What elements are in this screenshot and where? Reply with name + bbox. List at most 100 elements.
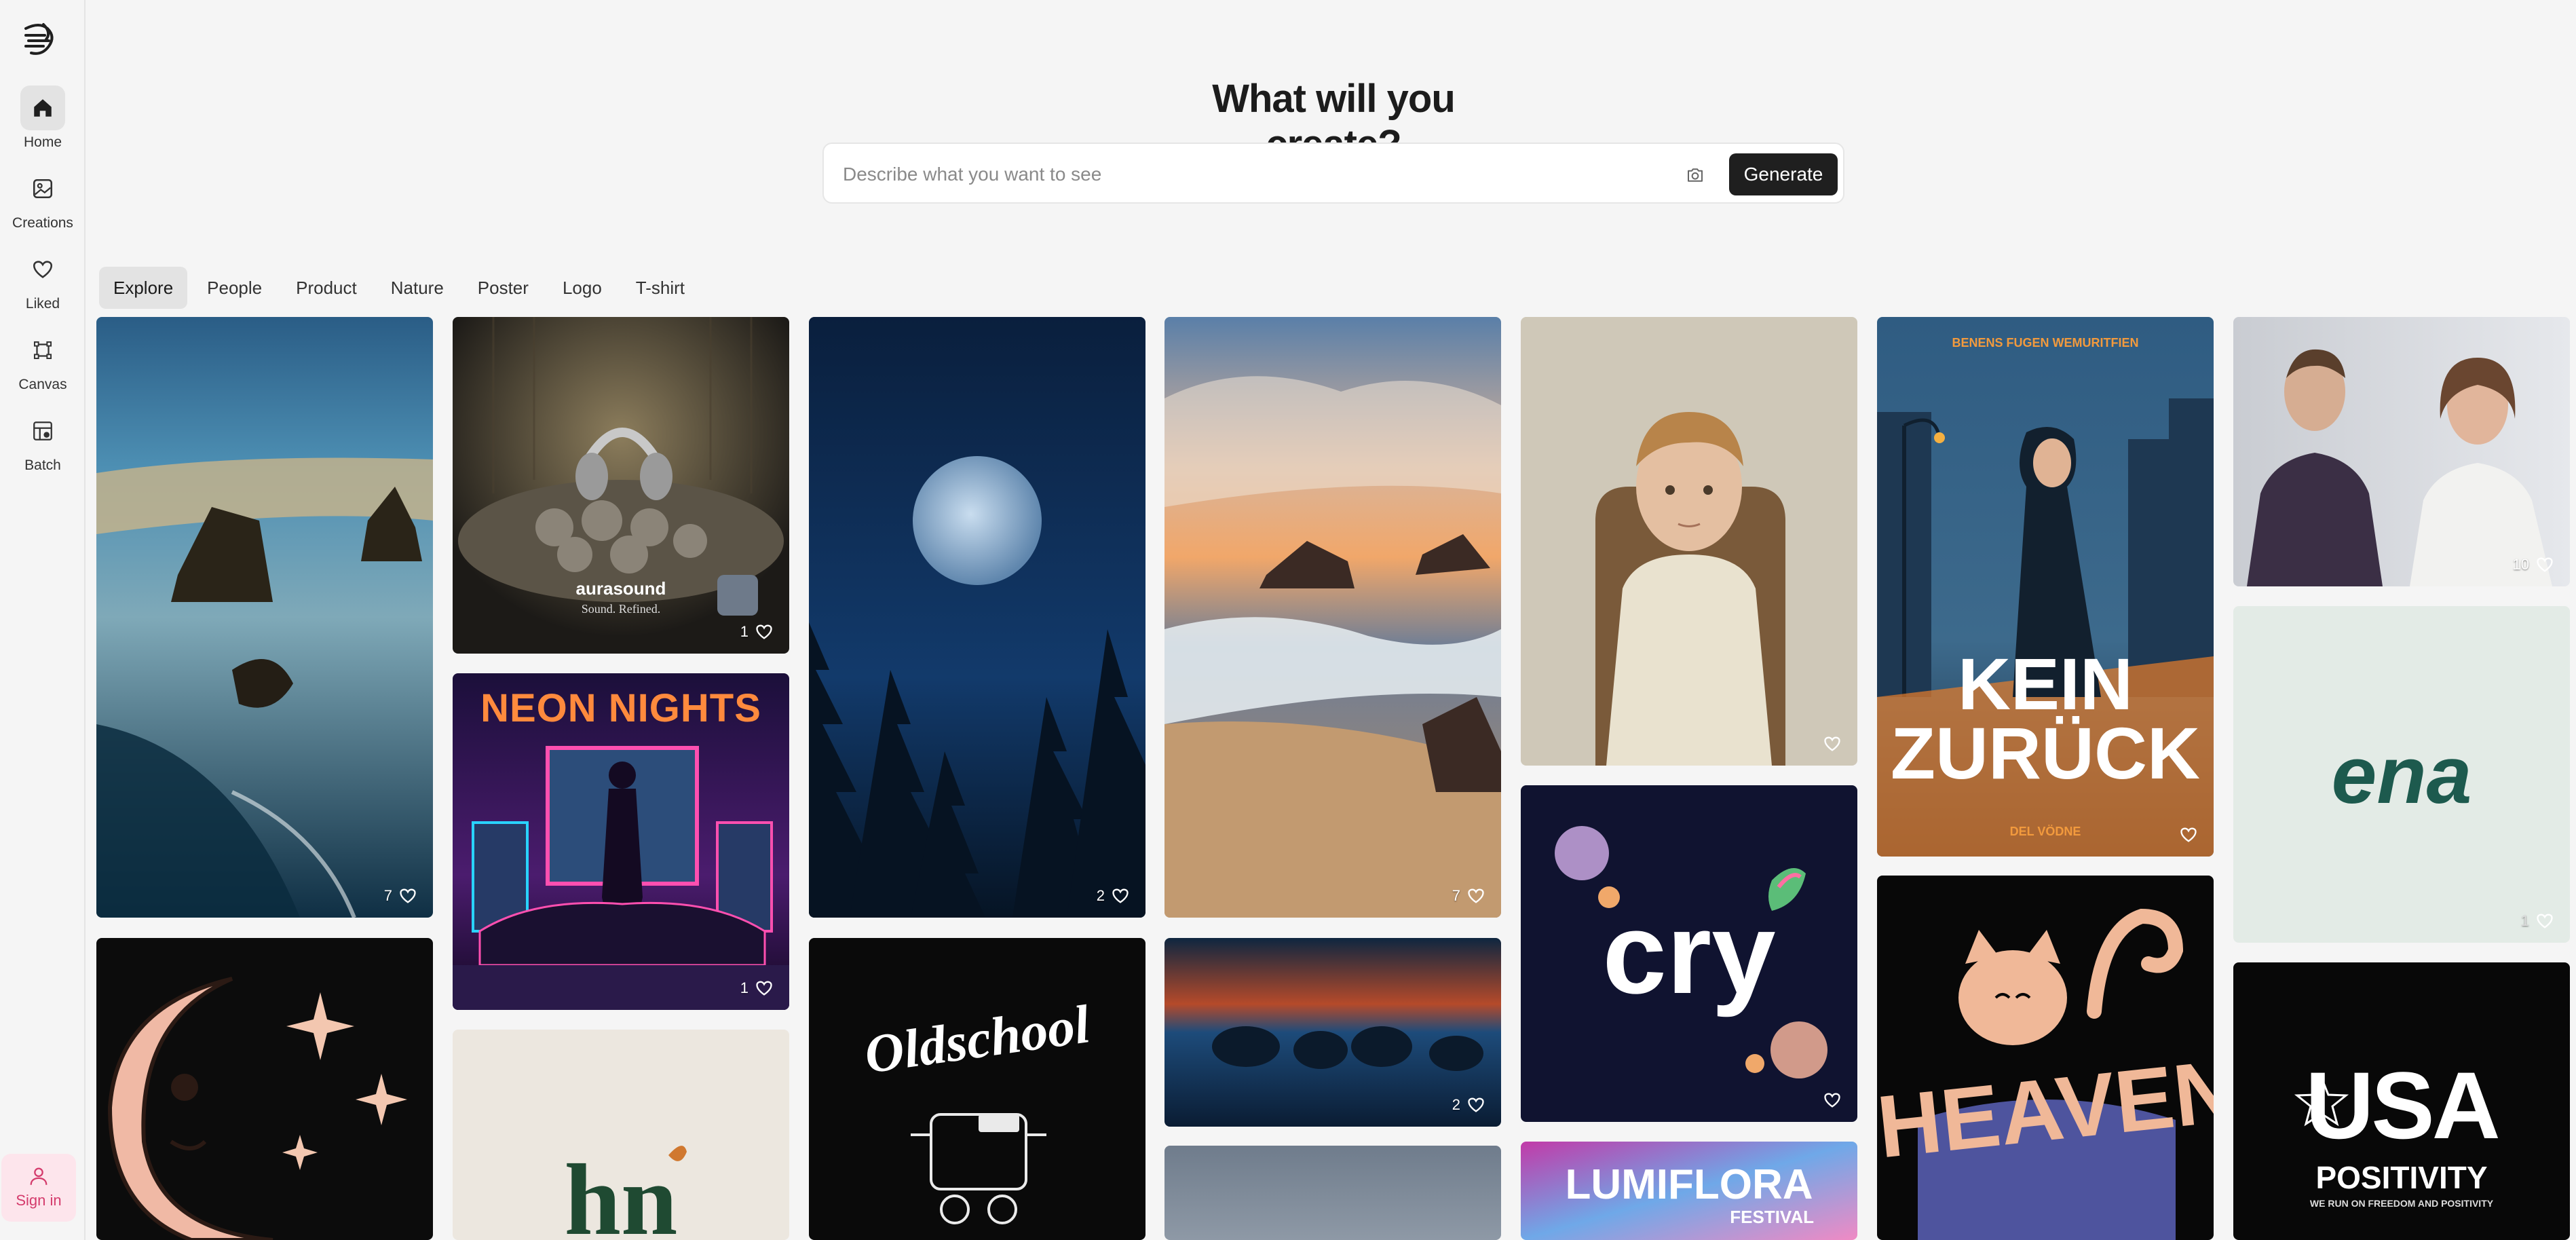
neon-nights-title: NEON NIGHTS: [480, 686, 761, 730]
sidebar-item-canvas[interactable]: Canvas: [0, 328, 86, 393]
lumiflora-subtitle: FESTIVAL: [1730, 1207, 1814, 1227]
like-count: 1: [2520, 912, 2529, 929]
gallery-card-lumiflora[interactable]: LUMIFLORA FESTIVAL: [1521, 1142, 1857, 1240]
generate-button[interactable]: Generate: [1729, 153, 1838, 195]
heart-icon: [756, 624, 772, 639]
image-upload-button[interactable]: [1682, 162, 1709, 189]
aurasound-brand: aurasound: [575, 578, 666, 599]
kein-zurueck-title-line1: KEIN: [1957, 643, 2134, 725]
heart-icon: [1824, 736, 1840, 751]
like-count: 7: [383, 887, 392, 904]
cry-logo-text: cry: [1602, 889, 1776, 1018]
gallery-card-boy-portrait[interactable]: [1521, 317, 1857, 766]
like-badge[interactable]: [1822, 1091, 1842, 1110]
gallery-card-cry-logo[interactable]: cry: [1521, 785, 1857, 1122]
home-icon: [34, 99, 52, 117]
batch-icon: [33, 421, 52, 440]
positivity-title: POSITIVITY: [2315, 1160, 2488, 1195]
sidebar-item-home[interactable]: Home: [0, 86, 86, 151]
usa-tagline: WE RUN ON FREEDOM AND POSITIVITY: [2309, 1198, 2494, 1209]
gallery-card-grey-sky[interactable]: [1164, 1146, 1501, 1240]
gallery-card-kein-zurueck[interactable]: BENENS FUGEN WEMURITFIEN KEIN ZURÜCK DEL…: [1877, 317, 2214, 857]
boy-portrait-image: [1521, 317, 1857, 766]
user-icon: [30, 1167, 48, 1185]
prompt-input[interactable]: [843, 157, 1657, 191]
sidebar-item-label: Home: [23, 134, 62, 150]
heart-icon: [400, 888, 416, 903]
tab-people[interactable]: People: [193, 267, 276, 309]
like-badge[interactable]: 10: [2513, 555, 2555, 574]
coast-rocks-image: [96, 317, 433, 918]
heart-icon: [1824, 1093, 1840, 1108]
kein-zurueck-header: BENENS FUGEN WEMURITFIEN: [1952, 336, 2139, 350]
app-logo-icon[interactable]: [19, 19, 60, 60]
prompt-bar: Generate: [822, 143, 1844, 204]
gallery-card-heaven-cat[interactable]: HEAVEN: [1877, 876, 2214, 1240]
gallery-card-usa-positivity[interactable]: USA POSITIVITY WE RUN ON FREEDOM AND POS…: [2233, 962, 2570, 1240]
sidebar-item-liked[interactable]: Liked: [0, 247, 86, 312]
like-count: 1: [740, 979, 749, 996]
heart-icon: [2537, 914, 2553, 928]
sidebar-item-label: Liked: [25, 296, 60, 312]
gallery-card-coast-rocks[interactable]: 7: [96, 317, 433, 918]
heart-icon: [33, 261, 53, 278]
like-badge[interactable]: 2: [1452, 1095, 1486, 1114]
gallery-card-ena-logo[interactable]: ena 1: [2233, 606, 2570, 943]
like-badge[interactable]: 7: [1452, 886, 1486, 905]
category-tabs: Explore People Product Nature Poster Log…: [99, 267, 699, 309]
aurasound-tagline: Sound. Refined.: [581, 602, 661, 616]
camera-icon: [1688, 168, 1703, 182]
like-badge[interactable]: [2178, 825, 2199, 844]
heart-icon: [1468, 1097, 1484, 1112]
gallery-card-sweatshirts[interactable]: 10: [2233, 317, 2570, 586]
gallery-card-sunset-waves[interactable]: 7: [1164, 317, 1501, 918]
heart-icon: [756, 981, 772, 996]
gallery-card-neon-nights[interactable]: NEON NIGHTS 1: [453, 673, 789, 1010]
like-badge[interactable]: 1: [740, 979, 774, 998]
night-beach-image: [1164, 938, 1501, 1127]
like-badge[interactable]: 1: [2521, 912, 2555, 931]
gallery-card-moon-forest[interactable]: 2: [809, 317, 1145, 918]
gallery-card-night-beach[interactable]: 2: [1164, 938, 1501, 1127]
like-badge[interactable]: 7: [384, 886, 418, 905]
tab-product[interactable]: Product: [282, 267, 371, 309]
tab-logo[interactable]: Logo: [548, 267, 616, 309]
tab-poster[interactable]: Poster: [463, 267, 543, 309]
kein-zurueck-title-line2: ZURÜCK: [1891, 712, 2200, 794]
sidebar-item-label: Batch: [24, 457, 61, 473]
heart-icon: [1112, 888, 1129, 903]
sign-in-button[interactable]: Sign in: [1, 1154, 76, 1222]
tab-nature[interactable]: Nature: [377, 267, 458, 309]
sidebar: Home Creations Liked Canvas Batch Sign i…: [0, 0, 86, 1240]
sidebar-item-label: Canvas: [18, 377, 67, 392]
moon-face-image: [96, 938, 433, 1240]
tab-tshirt[interactable]: T-shirt: [622, 267, 699, 309]
gallery-card-hn-logo[interactable]: hn: [453, 1030, 789, 1240]
hn-logo-text: hn: [564, 1144, 678, 1240]
sidebar-item-creations[interactable]: Creations: [0, 166, 86, 231]
heart-icon: [2180, 827, 2197, 842]
canvas-icon: [33, 341, 52, 360]
like-count: 10: [2512, 556, 2529, 573]
ena-logo-text: ena: [2331, 730, 2472, 821]
gallery-card-moon-face[interactable]: [96, 938, 433, 1240]
sunset-waves-image: [1164, 317, 1501, 918]
like-count: 7: [1452, 887, 1460, 904]
gallery-card-oldschool[interactable]: Oldschool: [809, 938, 1145, 1240]
gallery-card-aurasound[interactable]: aurasound Sound. Refined. 1: [453, 317, 789, 654]
sign-in-label: Sign in: [16, 1192, 62, 1209]
sidebar-item-batch[interactable]: Batch: [0, 409, 86, 474]
sidebar-item-label: Creations: [12, 215, 73, 231]
moon-forest-image: [809, 317, 1145, 918]
grey-sky-image: [1164, 1146, 1501, 1240]
heart-icon: [2537, 557, 2553, 572]
tab-explore[interactable]: Explore: [99, 267, 188, 309]
like-badge[interactable]: 1: [740, 622, 774, 641]
like-count: 2: [1096, 887, 1105, 904]
kein-zurueck-footer: DEL VÖDNE: [2009, 825, 2081, 838]
like-count: 2: [1452, 1096, 1460, 1113]
like-count: 1: [740, 623, 749, 640]
like-badge[interactable]: 2: [1097, 886, 1131, 905]
like-badge[interactable]: [1822, 734, 1842, 753]
usa-title: USA: [2305, 1052, 2501, 1159]
